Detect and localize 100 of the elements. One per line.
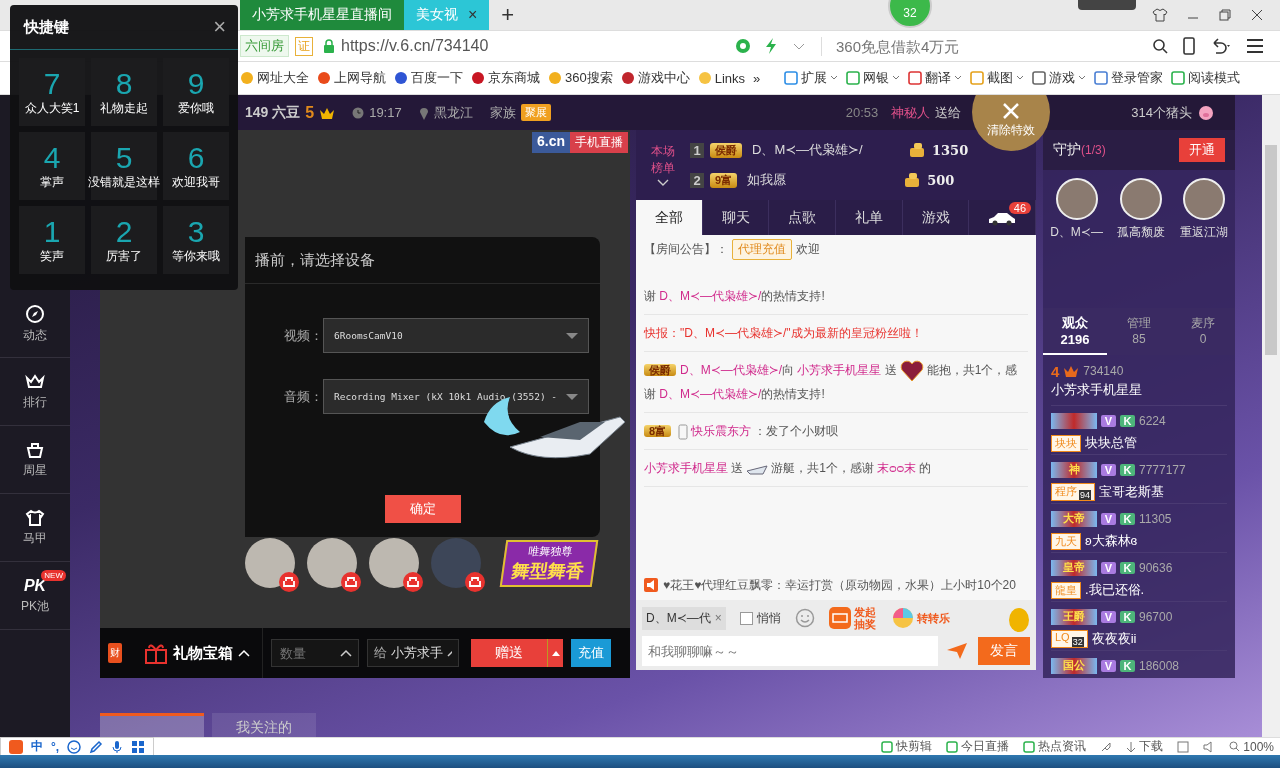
scroll-bar[interactable] [1262,95,1280,737]
bookmark-link[interactable]: 京东商城 [471,69,540,87]
close-tab-button[interactable]: × [468,6,478,24]
shortcut-item[interactable]: 9 爱你哦 [163,58,229,126]
pencil-icon[interactable] [89,739,104,754]
shutter-icon[interactable] [735,38,751,54]
shortcut-item[interactable]: 4 掌声 [19,132,85,200]
smiley-icon[interactable] [67,739,82,754]
count-badge: 46 [1008,202,1032,214]
recipient-chip[interactable]: D、M≺—代 × [642,606,726,630]
quantity-field[interactable]: 数量 [278,644,338,662]
toolbar-item[interactable]: 截图 [970,69,1025,87]
caret-icon [892,75,901,81]
user-name[interactable]: ʚ大森林ɞ [1085,532,1138,550]
user-name[interactable]: 夜夜夜ii [1091,630,1137,648]
ime-language-toggle[interactable]: 中 [31,738,43,755]
fan-tag: 九天 [1051,532,1081,550]
toolbar-item[interactable]: 网银 [846,69,901,87]
paper-plane-icon[interactable] [946,642,968,660]
bookmark-link[interactable]: 百度一下 [394,69,463,87]
status-bar-link[interactable]: 热点资讯 [1023,738,1087,755]
shortcut-item[interactable]: 7 众人大笑1 [19,58,85,126]
download-button[interactable]: 下载 [1126,738,1164,755]
user-name[interactable]: .我已还俗. [1085,581,1145,599]
restore-icon[interactable] [1218,8,1232,22]
bookmark-link[interactable]: 360搜索 [548,69,613,87]
more-bookmarks-button[interactable]: » [753,70,761,86]
device-dropdown[interactable]: Recording Mixer (kX 10k1 Audio (3552) - [323,379,589,414]
microphone-icon[interactable] [111,739,124,754]
toolbar-item[interactable]: 扩展 [784,69,839,87]
menu-icon[interactable] [1246,38,1264,54]
audience-tab[interactable]: 麦序 0 [1171,308,1235,355]
confirm-button[interactable]: 确定 [384,495,461,523]
punctuation-toggle[interactable]: °, [51,739,60,754]
user-name[interactable]: 宝哥老斯基 [1099,483,1164,501]
caret-icon [566,392,578,401]
close-icon[interactable] [1250,8,1264,22]
lightning-icon[interactable] [765,38,777,54]
bookmark-link[interactable]: Links [697,70,746,86]
phone-icon[interactable] [1182,37,1196,55]
input-method-logo[interactable] [9,739,23,754]
toolbar-item[interactable]: 登录管家 [1094,69,1164,87]
browser-tab[interactable]: 小芳求手机星星直播间 [240,0,404,30]
shortcut-item[interactable]: 1 笑声 [19,206,85,274]
wealth-icon[interactable]: 财 [108,643,122,663]
zoom-icon [1229,741,1241,752]
open-guard-button[interactable]: 开通 [1179,138,1225,162]
checkbox[interactable] [739,611,753,625]
browser-tab[interactable]: 美女视 × [404,0,490,30]
crown-icon [25,372,45,391]
device-dropdown[interactable]: 6RoomsCamV10 [323,318,589,353]
bookmark-link[interactable]: 上网导航 [317,69,386,87]
host-name[interactable]: 小芳求手机星星 [1051,381,1227,399]
level-badge: K [1120,513,1135,525]
shirt-icon[interactable] [1152,8,1168,22]
shortcut-item[interactable]: 6 欢迎我哥 [163,132,229,200]
side-nav-item[interactable]: 马甲 [0,494,70,562]
whisper-checkbox[interactable]: 悄悄 [739,609,781,627]
toolbar-item[interactable]: 翻译 [908,69,963,87]
shortcut-item[interactable]: 2 厉害了 [91,206,157,274]
audience-tab[interactable]: 管理 85 [1107,308,1171,355]
recipient-dropdown[interactable]: 给 小芳求手 [367,639,459,667]
guard-name: 重返江湖 [1179,224,1228,241]
megaphone-icon [644,578,658,592]
grid-icon[interactable] [131,739,146,754]
avatar-circle[interactable] [1055,178,1098,220]
undo-icon[interactable] [1210,38,1232,54]
url-text[interactable]: https://v.6.cn/734140 [341,37,489,55]
sofa-icon [279,572,299,592]
audience-tab[interactable]: 观众 2196 [1043,308,1107,355]
status-bar-link[interactable]: 快剪辑 [881,738,933,755]
close-button[interactable]: × [213,14,226,40]
notice-text: ♥花王♥代理红豆飘零：幸运打赏（原动物园，水果）上小时10个20 [663,576,1016,594]
avatar-circle[interactable] [1182,178,1225,220]
shortcut-item[interactable]: 3 等你来哦 [163,206,229,274]
quantity-dropdown[interactable]: 数量 [271,639,359,667]
search-icon[interactable] [1152,38,1168,54]
new-tab-button[interactable]: + [489,0,527,30]
send-gift-button[interactable]: 赠送 [471,639,547,667]
toolbar-item[interactable]: 游戏 [1032,69,1087,87]
toolbar-item[interactable]: 阅读模式 [1171,69,1241,87]
zoom-level[interactable]: 100% [1229,739,1274,754]
side-nav-item[interactable]: 排行 [0,358,70,426]
user-name[interactable]: 块块总管 [1085,434,1137,452]
send-options-button[interactable] [547,639,563,667]
side-nav-item[interactable]: 周星 [0,426,70,494]
caret-icon [238,649,250,657]
gift-box-button[interactable]: 礼物宝箱 [144,628,263,678]
rocket-icon[interactable] [1100,740,1113,753]
chat-input[interactable]: 和我聊聊嘛～～ [642,636,938,666]
chevron-icon[interactable] [657,179,669,187]
page-tab[interactable]: 我关注的 [212,713,316,737]
bookmark-link[interactable]: 网址大全 [240,69,309,87]
side-nav-label: 周星 [23,461,47,479]
bookmark-link[interactable]: 游戏中心 [620,69,690,87]
gift-icon [144,642,168,664]
chat-tab[interactable]: 全部 [636,200,703,235]
status-bar-link[interactable]: 今日直播 [946,738,1010,755]
avatar-circle[interactable] [1120,178,1163,220]
shortcut-item[interactable]: 8 礼物走起 [91,58,157,126]
